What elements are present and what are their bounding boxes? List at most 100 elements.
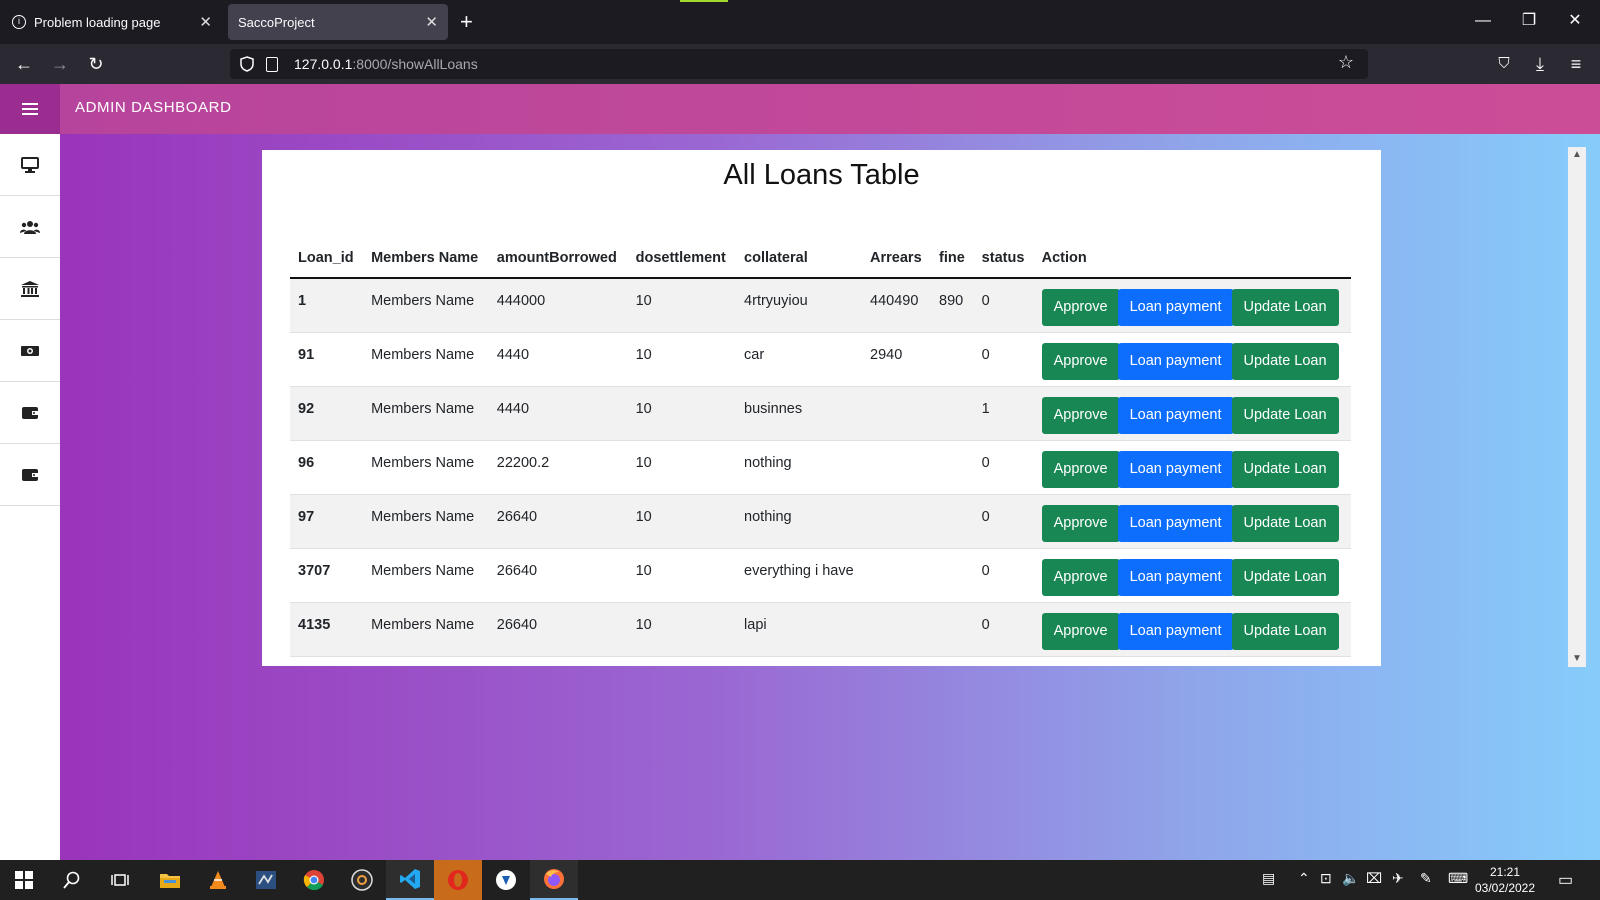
- firefox-icon[interactable]: [530, 860, 578, 900]
- sidebar-item-bank[interactable]: [0, 258, 60, 320]
- sidebar-item-wallet-2[interactable]: [0, 444, 60, 506]
- back-icon[interactable]: ←: [10, 50, 38, 78]
- file-explorer-icon[interactable]: [146, 860, 194, 900]
- network-icon[interactable]: ⊡: [1320, 870, 1332, 887]
- app-icon[interactable]: [482, 860, 530, 900]
- cell-dosettlement: 10: [627, 278, 737, 333]
- cell-status: 0: [973, 278, 1034, 333]
- pocket-icon[interactable]: ⛉: [1490, 50, 1518, 78]
- chrome-icon[interactable]: [290, 860, 338, 900]
- cell-amount-borrowed: 22200.2: [488, 440, 628, 495]
- vscode-icon[interactable]: [386, 860, 434, 900]
- update-loan-button[interactable]: Update Loan: [1231, 289, 1339, 326]
- app-menu-icon[interactable]: ≡: [1562, 50, 1590, 78]
- cell-loan-id: 3707: [290, 548, 364, 603]
- cell-collateral: car: [736, 332, 863, 387]
- loan-payment-button[interactable]: Loan payment: [1117, 289, 1234, 326]
- update-loan-button[interactable]: Update Loan: [1231, 396, 1339, 434]
- update-loan-button[interactable]: Update Loan: [1231, 450, 1339, 488]
- news-widget-icon[interactable]: ▤: [1262, 870, 1275, 887]
- minimize-button[interactable]: —: [1460, 8, 1506, 34]
- cell-dosettlement: 10: [627, 440, 737, 495]
- update-loan-button[interactable]: Update Loan: [1231, 558, 1339, 596]
- windows-start-icon[interactable]: [0, 860, 48, 900]
- sidebar-item-dashboard[interactable]: [0, 134, 60, 196]
- page-scrollbar[interactable]: ▲ ▼: [1568, 147, 1586, 667]
- close-window-button[interactable]: ✕: [1552, 8, 1598, 34]
- url-bar[interactable]: 127.0.0.1:8000/showAllLoans ☆: [230, 49, 1368, 79]
- cell-fine: [931, 440, 974, 495]
- new-tab-button[interactable]: +: [460, 8, 473, 36]
- cell-loan-id: 92: [290, 386, 364, 441]
- approve-button[interactable]: Approve: [1041, 504, 1120, 542]
- approve-button[interactable]: Approve: [1041, 450, 1120, 488]
- close-icon[interactable]: ✕: [425, 13, 438, 31]
- cell-actions: Approve Loan payment Update Loan: [1033, 386, 1351, 441]
- loan-payment-button[interactable]: Loan payment: [1117, 450, 1234, 488]
- clock-date: 03/02/2022: [1474, 881, 1536, 895]
- opera-icon[interactable]: [434, 860, 482, 900]
- sidebar-item-members[interactable]: [0, 196, 60, 258]
- loan-payment-button[interactable]: Loan payment: [1117, 558, 1234, 596]
- cell-arrears: 440490: [862, 278, 932, 333]
- pen-icon[interactable]: ✎: [1420, 870, 1432, 887]
- browser-nav-bar: ← → ↻ 127.0.0.1:8000/showAllLoans ☆ ⛉ ⤓ …: [0, 44, 1600, 84]
- page-icon: [266, 56, 278, 72]
- cell-collateral: lapi: [736, 602, 863, 657]
- cell-loan-id: 96: [290, 440, 364, 495]
- tab-saccoproject[interactable]: SaccoProject ✕: [228, 4, 448, 40]
- approve-button[interactable]: Approve: [1041, 289, 1120, 326]
- chevron-up-icon[interactable]: ⌃: [1298, 870, 1310, 887]
- download-icon[interactable]: ⤓: [1526, 50, 1554, 78]
- table-row: 96 Members Name 22200.2 10 nothing 0 Approve Lo…: [290, 440, 1351, 495]
- loan-payment-button[interactable]: Loan payment: [1117, 396, 1234, 434]
- restore-button[interactable]: ❐: [1506, 8, 1552, 34]
- reload-icon[interactable]: ↻: [82, 50, 110, 78]
- hamburger-menu-icon[interactable]: [0, 84, 60, 134]
- ssms-icon[interactable]: [242, 860, 290, 900]
- scroll-down-icon[interactable]: ▼: [1568, 651, 1586, 667]
- cell-collateral: nothing: [736, 494, 863, 549]
- scroll-up-icon[interactable]: ▲: [1568, 147, 1586, 163]
- sidebar-item-money[interactable]: [0, 320, 60, 382]
- dashboard-title: ADMIN DASHBOARD: [75, 99, 232, 116]
- airplane-icon[interactable]: ✈: [1392, 870, 1404, 887]
- cell-collateral: businnes: [736, 386, 863, 441]
- sidebar-item-wallet[interactable]: [0, 382, 60, 444]
- tab-accent-line: [680, 0, 728, 2]
- loan-payment-button[interactable]: Loan payment: [1117, 342, 1234, 380]
- cell-loan-id: 97: [290, 494, 364, 549]
- approve-button[interactable]: Approve: [1041, 612, 1120, 650]
- vlc-icon[interactable]: [194, 860, 242, 900]
- update-loan-button[interactable]: Update Loan: [1231, 342, 1339, 380]
- approve-button[interactable]: Approve: [1041, 558, 1120, 596]
- update-loan-button[interactable]: Update Loan: [1231, 504, 1339, 542]
- money-icon: [21, 345, 39, 356]
- cell-dosettlement: 10: [627, 386, 737, 441]
- cell-status: 0: [973, 332, 1034, 387]
- cell-collateral: nothing: [736, 440, 863, 495]
- approve-button[interactable]: Approve: [1041, 342, 1120, 380]
- loan-payment-button[interactable]: Loan payment: [1117, 504, 1234, 542]
- obs-icon[interactable]: [338, 860, 386, 900]
- volume-icon[interactable]: 🔈: [1342, 870, 1359, 887]
- update-loan-button[interactable]: Update Loan: [1231, 612, 1339, 650]
- close-icon[interactable]: ✕: [199, 13, 212, 31]
- loan-payment-button[interactable]: Loan payment: [1117, 612, 1234, 650]
- battery-icon[interactable]: ⌧: [1366, 870, 1382, 887]
- loans-card: All Loans Table Loan_id Members Name amo…: [262, 150, 1381, 666]
- notification-icon[interactable]: ▭: [1558, 870, 1573, 890]
- cell-actions: Approve Loan payment Update Loan: [1033, 494, 1351, 549]
- bookmark-star-icon[interactable]: ☆: [1338, 52, 1354, 73]
- page-title: All Loans Table: [723, 159, 920, 191]
- tab-problem-loading[interactable]: i Problem loading page ✕: [2, 4, 222, 40]
- keyboard-icon[interactable]: ⌨: [1448, 870, 1468, 887]
- forward-icon[interactable]: →: [46, 50, 74, 78]
- search-icon[interactable]: [48, 860, 96, 900]
- cell-actions: Approve Loan payment Update Loan: [1033, 440, 1351, 495]
- taskbar-clock[interactable]: 21:21 03/02/2022: [1470, 864, 1540, 896]
- task-view-icon[interactable]: [96, 860, 144, 900]
- approve-button[interactable]: Approve: [1041, 396, 1120, 434]
- table-row: 91 Members Name 4440 10 car 2940 0 Approve Loan …: [290, 332, 1351, 387]
- page-viewport: ADMIN DASHBOARD All Loans Table Loan_id: [0, 84, 1600, 860]
